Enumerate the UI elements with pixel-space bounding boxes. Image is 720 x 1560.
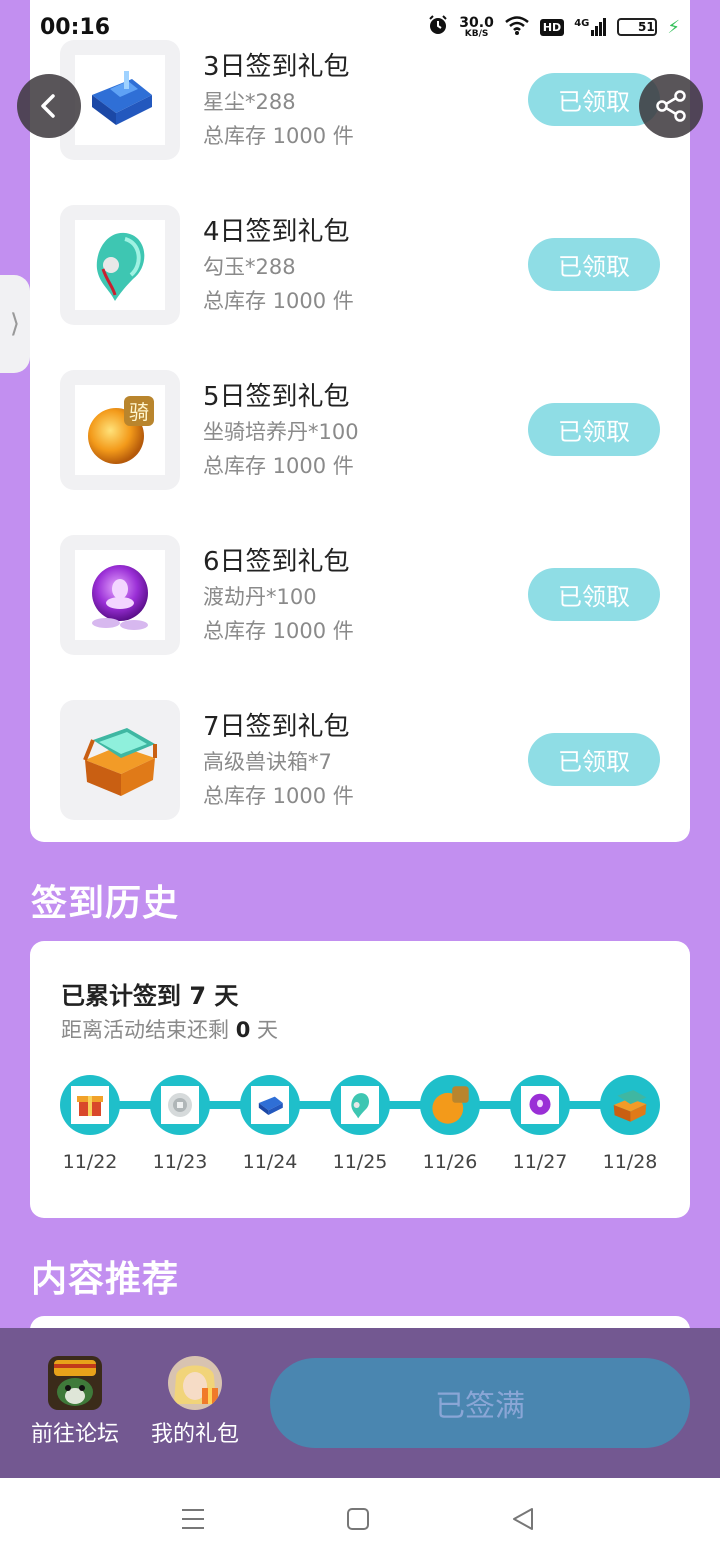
signal-icon: 4G	[574, 18, 607, 36]
magatama-icon	[96, 232, 145, 301]
forum-link[interactable]: 前往论坛	[25, 1356, 125, 1448]
gift-stock: 总库存 1000 件	[203, 289, 354, 313]
coin-icon	[168, 1093, 192, 1117]
date-label: 11/23	[152, 1151, 208, 1173]
date-label: 11/25	[332, 1151, 388, 1173]
share-icon	[656, 90, 686, 122]
recommend-section-title: 内容推荐	[31, 1259, 180, 1300]
wifi-icon	[504, 15, 530, 39]
my-gifts-link[interactable]: 我的礼包	[145, 1356, 245, 1448]
gift-stock: 总库存 1000 件	[203, 619, 354, 643]
day-node-1122	[60, 1075, 120, 1135]
hd-badge: HD	[539, 18, 565, 36]
gift-row: 4日签到礼包 勾玉*288 总库存 1000 件 已领取	[30, 205, 690, 327]
day-node-1125	[330, 1075, 390, 1135]
share-button[interactable]	[639, 74, 703, 138]
gift-item: 高级兽诀箱*7	[203, 750, 332, 774]
gift-thumbnail	[60, 205, 180, 325]
gift-item: 渡劫丹*100	[203, 585, 317, 609]
purple-pill-icon	[529, 1093, 551, 1115]
day-node-1124	[240, 1075, 300, 1135]
claimed-button[interactable]: 已领取	[528, 238, 660, 291]
date-label: 11/24	[242, 1151, 298, 1173]
gift-box-icon	[77, 1096, 103, 1116]
charging-icon: ⚡	[667, 16, 680, 38]
tank-icon	[258, 1096, 283, 1115]
history-card: 已累计签到 7 天 距离活动结束还剩 0 天 11/22 11/23 11/24…	[30, 941, 690, 1218]
bottom-action-bar: 前往论坛 我的礼包 已签满	[0, 1328, 720, 1478]
svg-text:骑: 骑	[129, 400, 149, 424]
claimed-button[interactable]: 已领取	[528, 733, 660, 786]
mount-pill-icon: 骑	[88, 396, 154, 464]
back-button[interactable]	[17, 74, 81, 138]
day-node-1123	[150, 1075, 210, 1135]
gift-stock: 总库存 1000 件	[203, 784, 354, 808]
side-drawer-handle[interactable]: ⟩	[0, 275, 30, 373]
day-node-1127	[510, 1075, 570, 1135]
forum-game-icon	[48, 1356, 102, 1410]
gift-thumbnail	[60, 535, 180, 655]
gift-thumbnail	[60, 700, 180, 820]
chevron-right-icon: ⟩	[9, 309, 21, 339]
treasure-chest-icon	[83, 728, 157, 796]
claimed-button[interactable]: 已领取	[528, 403, 660, 456]
gift-item: 星尘*288	[203, 90, 296, 114]
total-signin-days: 已累计签到 7 天	[61, 982, 239, 1010]
date-label: 11/28	[602, 1151, 658, 1173]
home-square-icon	[347, 1508, 369, 1530]
gift-stock: 总库存 1000 件	[203, 454, 354, 478]
date-label: 11/27	[512, 1151, 568, 1173]
alarm-icon	[427, 14, 449, 40]
gift-row: 3日签到礼包 星尘*288 总库存 1000 件 已领取	[30, 40, 690, 162]
treasure-chest-icon	[613, 1090, 647, 1122]
gift-title: 7日签到礼包	[203, 712, 350, 742]
gift-row: 7日签到礼包 高级兽诀箱*7 总库存 1000 件 已领取	[30, 700, 690, 822]
gift-thumbnail: 骑	[60, 370, 180, 490]
day-node-1128	[600, 1075, 660, 1135]
purple-pill-icon	[92, 565, 148, 630]
gift-stock: 总库存 1000 件	[203, 124, 354, 148]
back-nav-button[interactable]	[508, 1504, 538, 1534]
claimed-button[interactable]: 已领取	[528, 568, 660, 621]
gift-title: 4日签到礼包	[203, 217, 350, 247]
gift-item: 勾玉*288	[203, 255, 296, 279]
system-nav-bar	[0, 1478, 720, 1560]
history-section-title: 签到历史	[31, 883, 180, 924]
mount-pill-icon	[432, 1086, 469, 1124]
date-label: 11/26	[422, 1151, 478, 1173]
tank-icon	[92, 71, 152, 125]
date-label: 11/22	[62, 1151, 118, 1173]
gift-list-card: 3日签到礼包 星尘*288 总库存 1000 件 已领取 4日签到礼包 勾玉*2…	[30, 0, 690, 842]
day-node-1126	[420, 1075, 480, 1135]
magatama-icon	[351, 1093, 370, 1119]
my-gifts-avatar-icon	[168, 1356, 222, 1410]
menu-icon	[182, 1509, 204, 1529]
gift-title: 5日签到礼包	[203, 382, 350, 412]
gift-row: 6日签到礼包 渡劫丹*100 总库存 1000 件 已领取	[30, 535, 690, 657]
home-nav-button[interactable]	[343, 1504, 373, 1534]
gift-title: 6日签到礼包	[203, 547, 350, 577]
gift-item: 坐骑培养丹*100	[203, 420, 359, 444]
signed-full-button[interactable]: 已签满	[270, 1358, 690, 1448]
chevron-left-icon	[41, 94, 55, 118]
days-remaining: 距离活动结束还剩 0 天	[61, 1018, 278, 1042]
gift-row: 骑 5日签到礼包 坐骑培养丹*100 总库存 1000 件 已领取	[30, 370, 690, 492]
back-triangle-icon	[513, 1508, 533, 1530]
menu-nav-button[interactable]	[178, 1504, 208, 1534]
status-icons: 30.0 KB/S HD 4G 51 ⚡	[427, 14, 680, 40]
status-bar: 00:16 30.0 KB/S HD 4G 51 ⚡	[0, 0, 720, 54]
status-time: 00:16	[40, 14, 111, 40]
battery-indicator: 51	[617, 18, 658, 36]
network-speed: 30.0 KB/S	[459, 14, 494, 39]
